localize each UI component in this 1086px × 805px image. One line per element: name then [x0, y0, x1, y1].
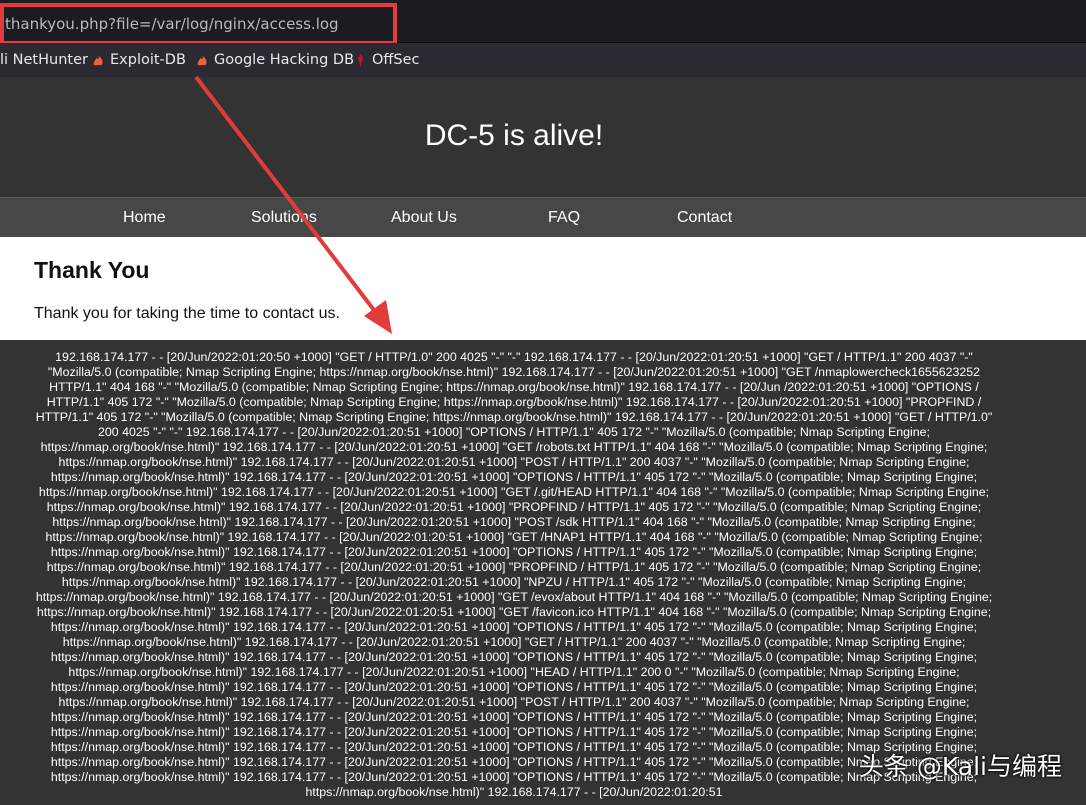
- bookmarks-bar: li NetHunter Exploit-DB Google Hacking D…: [0, 43, 1086, 77]
- bookmark-label: Exploit-DB: [110, 52, 186, 68]
- exploitdb-flame-icon: [93, 55, 103, 65]
- bookmark-label: li NetHunter: [0, 52, 88, 68]
- bookmark-offsec[interactable]: OffSec: [354, 52, 420, 68]
- thank-you-message: Thank you for taking the time to contact…: [34, 305, 340, 322]
- page-heading: Thank You: [34, 257, 150, 283]
- bookmark-google-hacking-db[interactable]: Google Hacking DB: [196, 52, 354, 68]
- nav-about-us[interactable]: About Us: [391, 209, 457, 227]
- bookmark-label: Google Hacking DB: [214, 52, 355, 68]
- thank-you-panel: Thank You Thank you for taking the time …: [0, 237, 1086, 340]
- main-nav: Home Solutions About Us FAQ Contact: [0, 197, 1086, 238]
- bookmark-label: OffSec: [372, 52, 420, 68]
- nav-solutions[interactable]: Solutions: [251, 209, 317, 227]
- site-header: DC-5 is alive!: [0, 77, 1086, 197]
- nav-faq[interactable]: FAQ: [548, 209, 580, 227]
- nav-contact[interactable]: Contact: [677, 209, 732, 227]
- ghdb-flame-icon: [197, 55, 207, 65]
- offsec-icon: [358, 53, 363, 67]
- nav-home[interactable]: Home: [123, 209, 166, 227]
- site-title: DC-5 is alive!: [424, 119, 604, 152]
- access-log-output: 192.168.174.177 - - [20/Jun/2022:01:20:5…: [35, 350, 993, 799]
- watermark: 头条 @Kali与编程: [858, 752, 1062, 781]
- bookmark-exploit-db[interactable]: Exploit-DB: [92, 52, 186, 68]
- url-highlight-annotation: [0, 3, 397, 45]
- bookmark-nethunter[interactable]: li NetHunter: [0, 52, 88, 68]
